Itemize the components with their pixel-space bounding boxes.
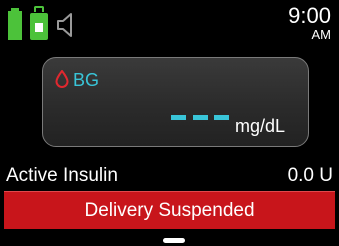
bg-value — [171, 115, 229, 120]
blood-drop-icon — [55, 69, 69, 88]
delivery-status-text: Delivery Suspended — [84, 199, 255, 221]
active-insulin-value: 0.0 U — [287, 165, 333, 186]
bg-label: BG — [73, 70, 100, 90]
clock-time: 9:00 — [288, 3, 331, 28]
active-insulin-label: Active Insulin — [6, 165, 118, 186]
clock-ampm: AM — [311, 27, 332, 42]
delivery-status-banner[interactable]: Delivery Suspended — [4, 191, 335, 229]
battery-icon — [8, 8, 22, 40]
cartridge-icon — [30, 6, 48, 40]
speaker-icon — [56, 12, 76, 38]
home-handle[interactable] — [163, 238, 185, 243]
bg-panel[interactable]: BG mg/dL — [42, 57, 309, 147]
bg-unit: mg/dL — [235, 116, 286, 136]
